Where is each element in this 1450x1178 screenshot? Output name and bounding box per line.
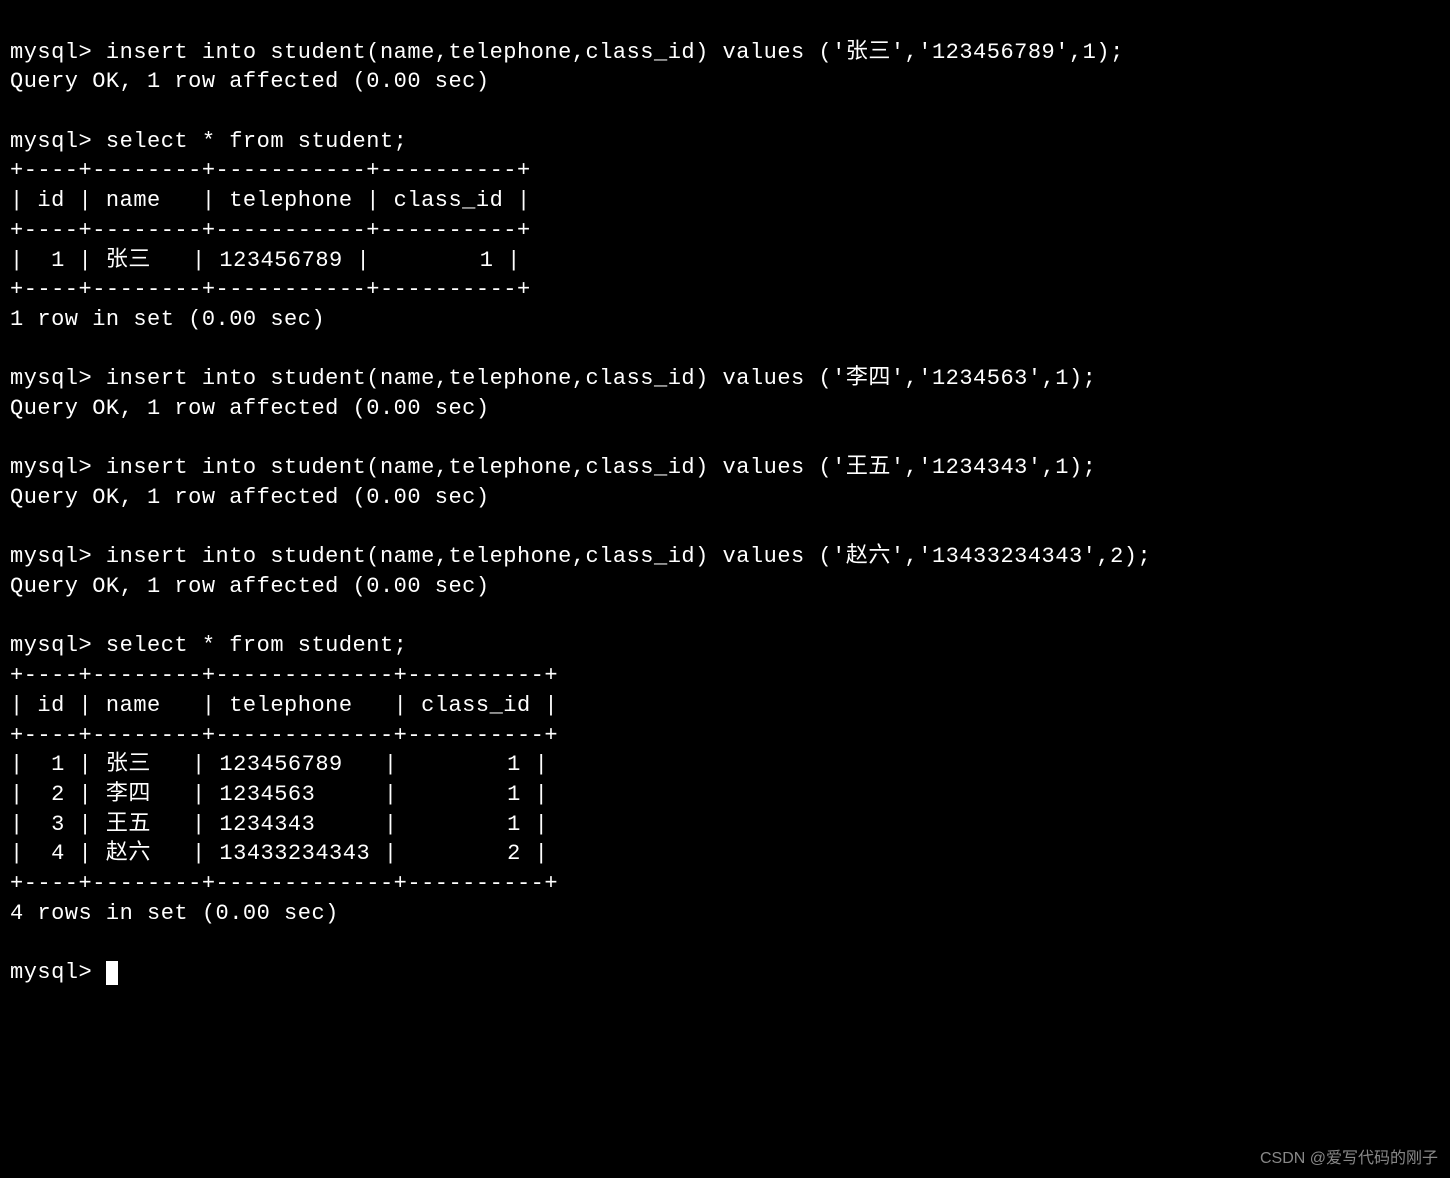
- table-header: | id | name | telephone | class_id |: [10, 693, 558, 718]
- table-row: | 1 | 张三 | 123456789 | 1 |: [10, 752, 548, 777]
- prompt: mysql>: [10, 960, 106, 985]
- table-row: | 4 | 赵六 | 13433234343 | 2 |: [10, 841, 548, 866]
- command-line: mysql> insert into student(name,telephon…: [10, 40, 1124, 65]
- query-result: Query OK, 1 row affected (0.00 sec): [10, 485, 490, 510]
- table-border: +----+--------+-------------+----------+: [10, 723, 558, 748]
- terminal-output[interactable]: mysql> insert into student(name,telephon…: [10, 8, 1440, 988]
- command-line: mysql> insert into student(name,telephon…: [10, 544, 1151, 569]
- query-result: Query OK, 1 row affected (0.00 sec): [10, 69, 490, 94]
- command-line: mysql> select * from student;: [10, 633, 407, 658]
- table-border: +----+--------+-------------+----------+: [10, 663, 558, 688]
- row-count: 1 row in set (0.00 sec): [10, 307, 325, 332]
- command-line: mysql> insert into student(name,telephon…: [10, 366, 1096, 391]
- watermark: CSDN @爱写代码的刚子: [1260, 1148, 1438, 1170]
- table-border: +----+--------+-------------+----------+: [10, 871, 558, 896]
- table-header: | id | name | telephone | class_id |: [10, 188, 531, 213]
- command-line: mysql> select * from student;: [10, 129, 407, 154]
- row-count: 4 rows in set (0.00 sec): [10, 901, 339, 926]
- query-result: Query OK, 1 row affected (0.00 sec): [10, 574, 490, 599]
- table-row: | 3 | 王五 | 1234343 | 1 |: [10, 812, 548, 837]
- table-row: | 1 | 张三 | 123456789 | 1 |: [10, 248, 521, 273]
- table-row: | 2 | 李四 | 1234563 | 1 |: [10, 782, 548, 807]
- table-border: +----+--------+-----------+----------+: [10, 277, 531, 302]
- query-result: Query OK, 1 row affected (0.00 sec): [10, 396, 490, 421]
- table-border: +----+--------+-----------+----------+: [10, 218, 531, 243]
- command-line: mysql> insert into student(name,telephon…: [10, 455, 1096, 480]
- cursor-icon[interactable]: [106, 961, 118, 985]
- table-border: +----+--------+-----------+----------+: [10, 158, 531, 183]
